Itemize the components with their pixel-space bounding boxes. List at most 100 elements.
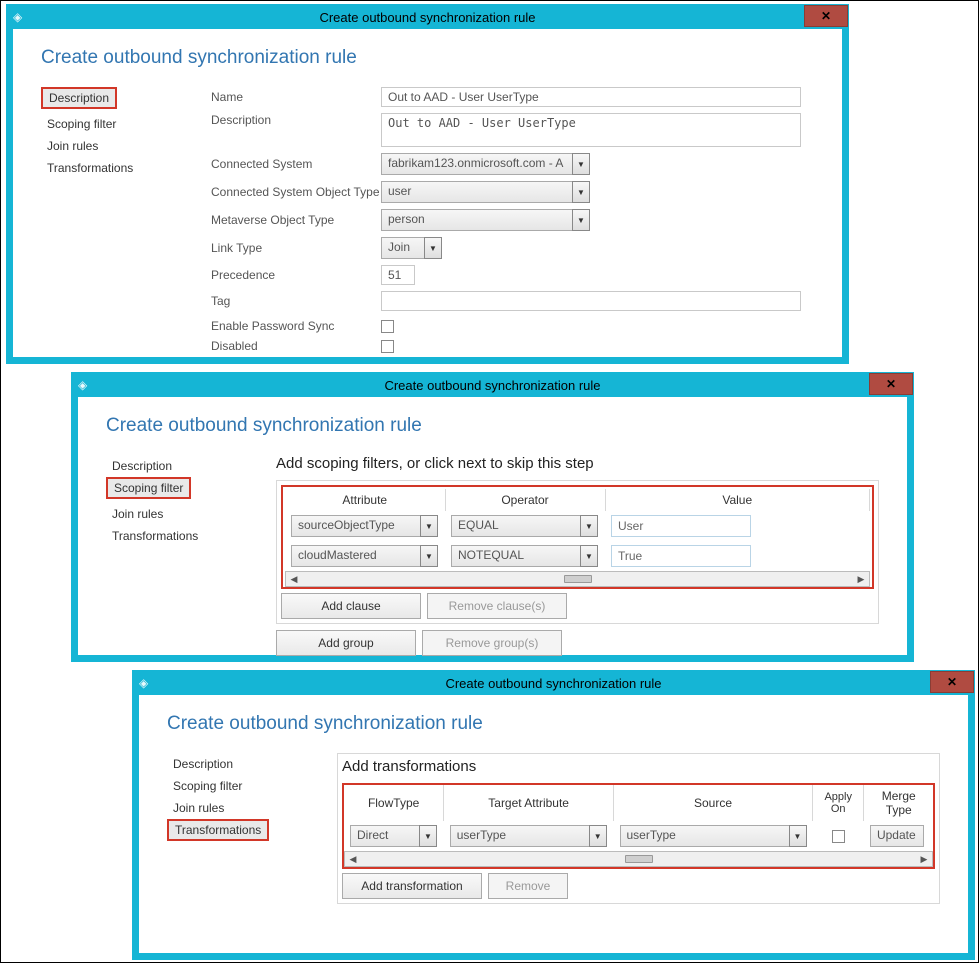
source-select[interactable]: userType (620, 825, 790, 847)
scroll-right-icon[interactable]: ▶ (916, 852, 932, 866)
mv-object-type-select[interactable]: person (381, 209, 573, 231)
chevron-down-icon[interactable]: ▼ (572, 153, 590, 175)
col-source: Source (614, 785, 813, 821)
target-attribute-select[interactable]: userType (450, 825, 590, 847)
scroll-left-icon[interactable]: ◀ (286, 572, 302, 586)
attribute-select[interactable]: cloudMastered (291, 545, 421, 567)
chevron-down-icon[interactable]: ▼ (419, 825, 437, 847)
enable-pwd-sync-checkbox[interactable] (381, 320, 394, 333)
close-icon: ✕ (821, 9, 831, 23)
sidebar-item-scoping-filter[interactable]: Scoping filter (167, 775, 337, 797)
table-row: sourceObjectType▼ EQUAL▼ (285, 511, 870, 541)
titlebar: ◈ Create outbound synchronization rule ✕ (7, 5, 848, 29)
scoping-filter-table: Attribute Operator Value sourceObjectTyp… (285, 489, 870, 571)
value-input[interactable] (611, 545, 751, 567)
scroll-left-icon[interactable]: ◀ (345, 852, 361, 866)
precedence-input[interactable] (381, 265, 415, 285)
add-clause-button[interactable]: Add clause (281, 593, 421, 619)
table-row: Direct▼ userType▼ userType▼ Update (344, 821, 933, 851)
col-target: Target Attribute (444, 785, 614, 821)
add-transformation-button[interactable]: Add transformation (342, 873, 482, 899)
sidebar-item-description[interactable]: Description (167, 753, 337, 775)
titlebar: ◈ Create outbound synchronization rule ✕ (133, 671, 974, 695)
sidebar-item-transformations[interactable]: Transformations (41, 157, 211, 179)
merge-type-select[interactable]: Update (870, 825, 924, 847)
chevron-down-icon[interactable]: ▼ (424, 237, 442, 259)
page-title: Create outbound synchronization rule (167, 713, 940, 735)
titlebar: ◈ Create outbound synchronization rule ✕ (72, 373, 913, 397)
section-heading: Add scoping filters, or click next to sk… (276, 455, 879, 472)
label-link-type: Link Type (211, 241, 381, 255)
sidebar-item-join-rules[interactable]: Join rules (167, 797, 337, 819)
scroll-right-icon[interactable]: ▶ (853, 572, 869, 586)
section-heading: Add transformations (342, 758, 935, 775)
cs-object-type-select[interactable]: user (381, 181, 573, 203)
sidebar-item-description[interactable]: Description (106, 455, 276, 477)
close-icon: ✕ (947, 675, 957, 689)
close-button[interactable]: ✕ (804, 5, 848, 27)
col-operator: Operator (445, 489, 605, 511)
add-group-button[interactable]: Add group (276, 630, 416, 656)
sidebar-item-description[interactable]: Description (41, 87, 117, 109)
label-precedence: Precedence (211, 268, 381, 282)
chevron-down-icon[interactable]: ▼ (572, 209, 590, 231)
col-value: Value (605, 489, 870, 511)
link-type-select[interactable]: Join (381, 237, 425, 259)
sidebar-item-scoping-filter[interactable]: Scoping filter (106, 477, 191, 499)
chevron-down-icon[interactable]: ▼ (789, 825, 807, 847)
chevron-down-icon[interactable]: ▼ (580, 545, 598, 567)
window-icon: ◈ (78, 378, 87, 392)
window-title: Create outbound synchronization rule (133, 676, 974, 691)
remove-button[interactable]: Remove (488, 873, 568, 899)
description-input[interactable]: Out to AAD - User UserType (381, 113, 801, 147)
chevron-down-icon[interactable]: ▼ (589, 825, 607, 847)
scroll-thumb[interactable] (625, 855, 653, 863)
label-mv-object-type: Metaverse Object Type (211, 213, 381, 227)
close-button[interactable]: ✕ (869, 373, 913, 395)
col-attribute: Attribute (285, 489, 445, 511)
chevron-down-icon[interactable]: ▼ (580, 515, 598, 537)
sidebar-item-transformations[interactable]: Transformations (167, 819, 269, 841)
close-icon: ✕ (886, 377, 896, 391)
tag-input[interactable] (381, 291, 801, 311)
operator-select[interactable]: EQUAL (451, 515, 581, 537)
col-flowtype: FlowType (344, 785, 444, 821)
window-icon: ◈ (13, 10, 22, 24)
operator-select[interactable]: NOTEQUAL (451, 545, 581, 567)
label-disabled: Disabled (211, 339, 381, 353)
disabled-checkbox[interactable] (381, 340, 394, 353)
chevron-down-icon[interactable]: ▼ (572, 181, 590, 203)
chevron-down-icon[interactable]: ▼ (420, 515, 438, 537)
table-row: cloudMastered▼ NOTEQUAL▼ (285, 541, 870, 571)
page-title: Create outbound synchronization rule (41, 47, 814, 69)
sidebar-item-join-rules[interactable]: Join rules (106, 503, 276, 525)
col-apply: Apply On (813, 785, 864, 821)
transformations-table: FlowType Target Attribute Source Apply O… (344, 785, 933, 851)
label-name: Name (211, 90, 381, 104)
close-button[interactable]: ✕ (930, 671, 974, 693)
sidebar-item-scoping-filter[interactable]: Scoping filter (41, 113, 211, 135)
remove-clause-button[interactable]: Remove clause(s) (427, 593, 567, 619)
name-input[interactable] (381, 87, 801, 107)
label-description: Description (211, 113, 381, 127)
window-title: Create outbound synchronization rule (7, 10, 848, 25)
window-title: Create outbound synchronization rule (72, 378, 913, 393)
label-tag: Tag (211, 294, 381, 308)
sidebar-item-transformations[interactable]: Transformations (106, 525, 276, 547)
page-title: Create outbound synchronization rule (106, 415, 879, 437)
sidebar-item-join-rules[interactable]: Join rules (41, 135, 211, 157)
remove-group-button[interactable]: Remove group(s) (422, 630, 562, 656)
horizontal-scrollbar[interactable]: ◀ ▶ (285, 571, 870, 587)
col-merge: Merge Type (864, 785, 933, 821)
scroll-thumb[interactable] (564, 575, 592, 583)
window-icon: ◈ (139, 676, 148, 690)
connected-system-select[interactable]: fabrikam123.onmicrosoft.com - A (381, 153, 573, 175)
flowtype-select[interactable]: Direct (350, 825, 420, 847)
chevron-down-icon[interactable]: ▼ (420, 545, 438, 567)
attribute-select[interactable]: sourceObjectType (291, 515, 421, 537)
value-input[interactable] (611, 515, 751, 537)
label-enable-pwd-sync: Enable Password Sync (211, 319, 381, 333)
horizontal-scrollbar[interactable]: ◀ ▶ (344, 851, 933, 867)
apply-once-checkbox[interactable] (832, 830, 845, 843)
label-connected-system: Connected System (211, 157, 381, 171)
